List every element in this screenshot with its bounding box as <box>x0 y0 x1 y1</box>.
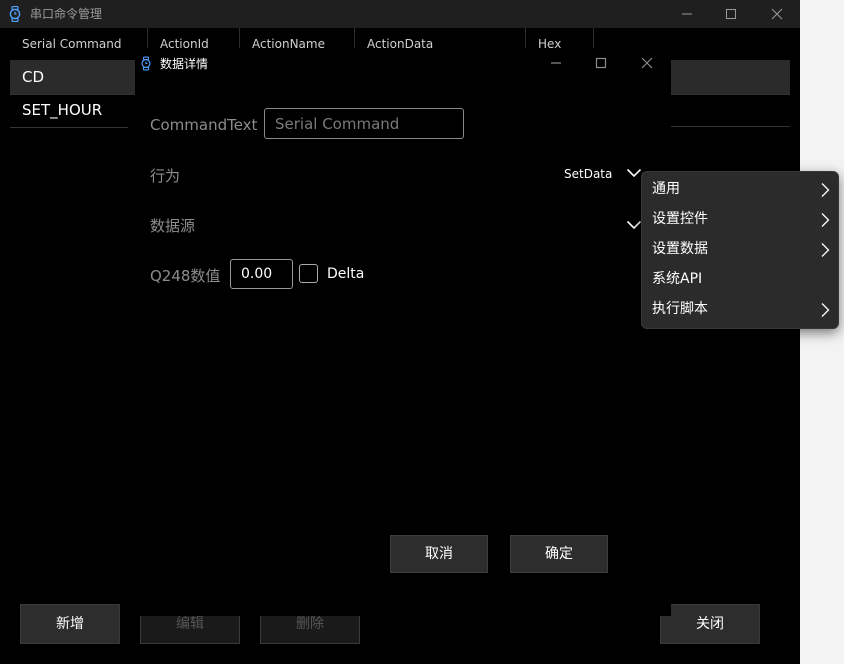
ok-button[interactable]: 确定 <box>510 535 608 573</box>
menu-item-general[interactable]: 通用 <box>642 174 838 204</box>
main-titlebar[interactable]: 串口命令管理 <box>0 0 800 28</box>
menu-item-label: 设置数据 <box>652 241 708 257</box>
dialog-minimize-button[interactable] <box>533 48 579 78</box>
dialog-title: 数据详情 <box>160 57 209 71</box>
serial-command-cell: SET_HOUR <box>22 101 103 119</box>
maximize-icon <box>725 8 737 20</box>
menu-item-label: 设置控件 <box>652 211 708 227</box>
column-header-serial-command[interactable]: Serial Command <box>10 28 148 60</box>
chevron-down-icon[interactable] <box>626 168 642 178</box>
minimize-icon <box>550 57 562 69</box>
minimize-icon <box>681 8 693 20</box>
watch-icon <box>8 6 22 22</box>
serial-command-cell: CD <box>22 68 45 86</box>
menu-item-system-api[interactable]: 系统API <box>642 264 838 294</box>
data-detail-dialog: 数据详情 CommandText 行为 SetData 数据源 Q248数值 0… <box>135 48 671 616</box>
dialog-titlebar[interactable]: 数据详情 <box>135 48 671 78</box>
command-text-input[interactable] <box>264 108 464 139</box>
menu-item-label: 通用 <box>652 181 680 197</box>
add-button[interactable]: 新增 <box>20 604 120 644</box>
data-source-label: 数据源 <box>150 217 196 235</box>
chevron-right-icon <box>820 302 830 318</box>
action-label: 行为 <box>150 167 181 185</box>
delta-checkbox[interactable] <box>299 264 318 283</box>
table-row[interactable]: SET_HOUR <box>10 93 128 128</box>
action-dropdown-value[interactable]: SetData <box>564 167 612 181</box>
main-window-title: 串口命令管理 <box>30 7 103 21</box>
close-window-button[interactable]: 关闭 <box>660 604 760 644</box>
chevron-down-icon[interactable] <box>626 220 642 230</box>
dialog-close-button[interactable] <box>624 48 670 78</box>
close-icon <box>771 8 783 20</box>
dialog-maximize-button[interactable] <box>578 48 624 78</box>
chevron-right-icon <box>820 212 830 228</box>
menu-item-label: 执行脚本 <box>652 301 708 317</box>
close-button[interactable] <box>754 0 800 28</box>
watch-icon <box>140 56 152 71</box>
row-divider <box>670 126 790 127</box>
command-text-label: CommandText <box>150 116 258 134</box>
chevron-right-icon <box>820 242 830 258</box>
maximize-icon <box>595 57 607 69</box>
cancel-button[interactable]: 取消 <box>390 535 488 573</box>
close-icon <box>641 57 653 69</box>
delta-label[interactable]: Delta <box>327 266 364 282</box>
menu-item-set-data[interactable]: 设置数据 <box>642 234 838 264</box>
menu-item-run-script[interactable]: 执行脚本 <box>642 294 838 324</box>
q248-label: Q248数值 <box>150 267 221 285</box>
q248-value-input[interactable]: 0.00 <box>230 259 293 289</box>
chevron-right-icon <box>820 182 830 198</box>
maximize-button[interactable] <box>708 0 754 28</box>
menu-item-label: 系统API <box>652 271 703 287</box>
menu-item-set-control[interactable]: 设置控件 <box>642 204 838 234</box>
minimize-button[interactable] <box>664 0 710 28</box>
action-context-menu: 通用 设置控件 设置数据 系统API 执行脚本 <box>641 171 839 329</box>
